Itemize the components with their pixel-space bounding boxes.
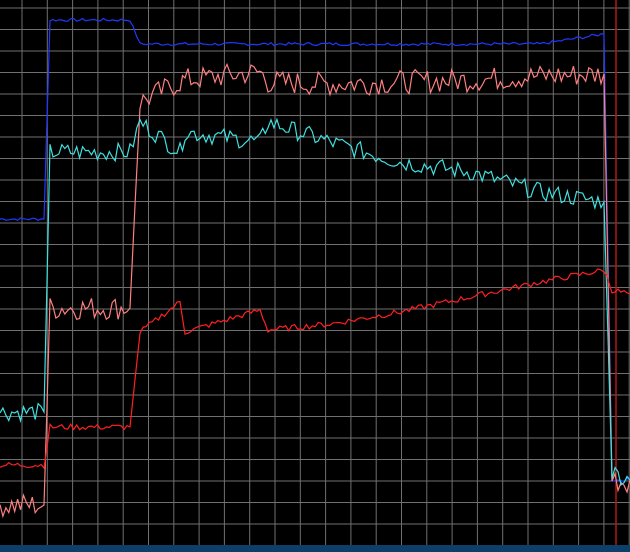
bottom-status-bar [0, 545, 630, 552]
plot-background [0, 0, 630, 552]
waveform-monitor [0, 0, 630, 552]
